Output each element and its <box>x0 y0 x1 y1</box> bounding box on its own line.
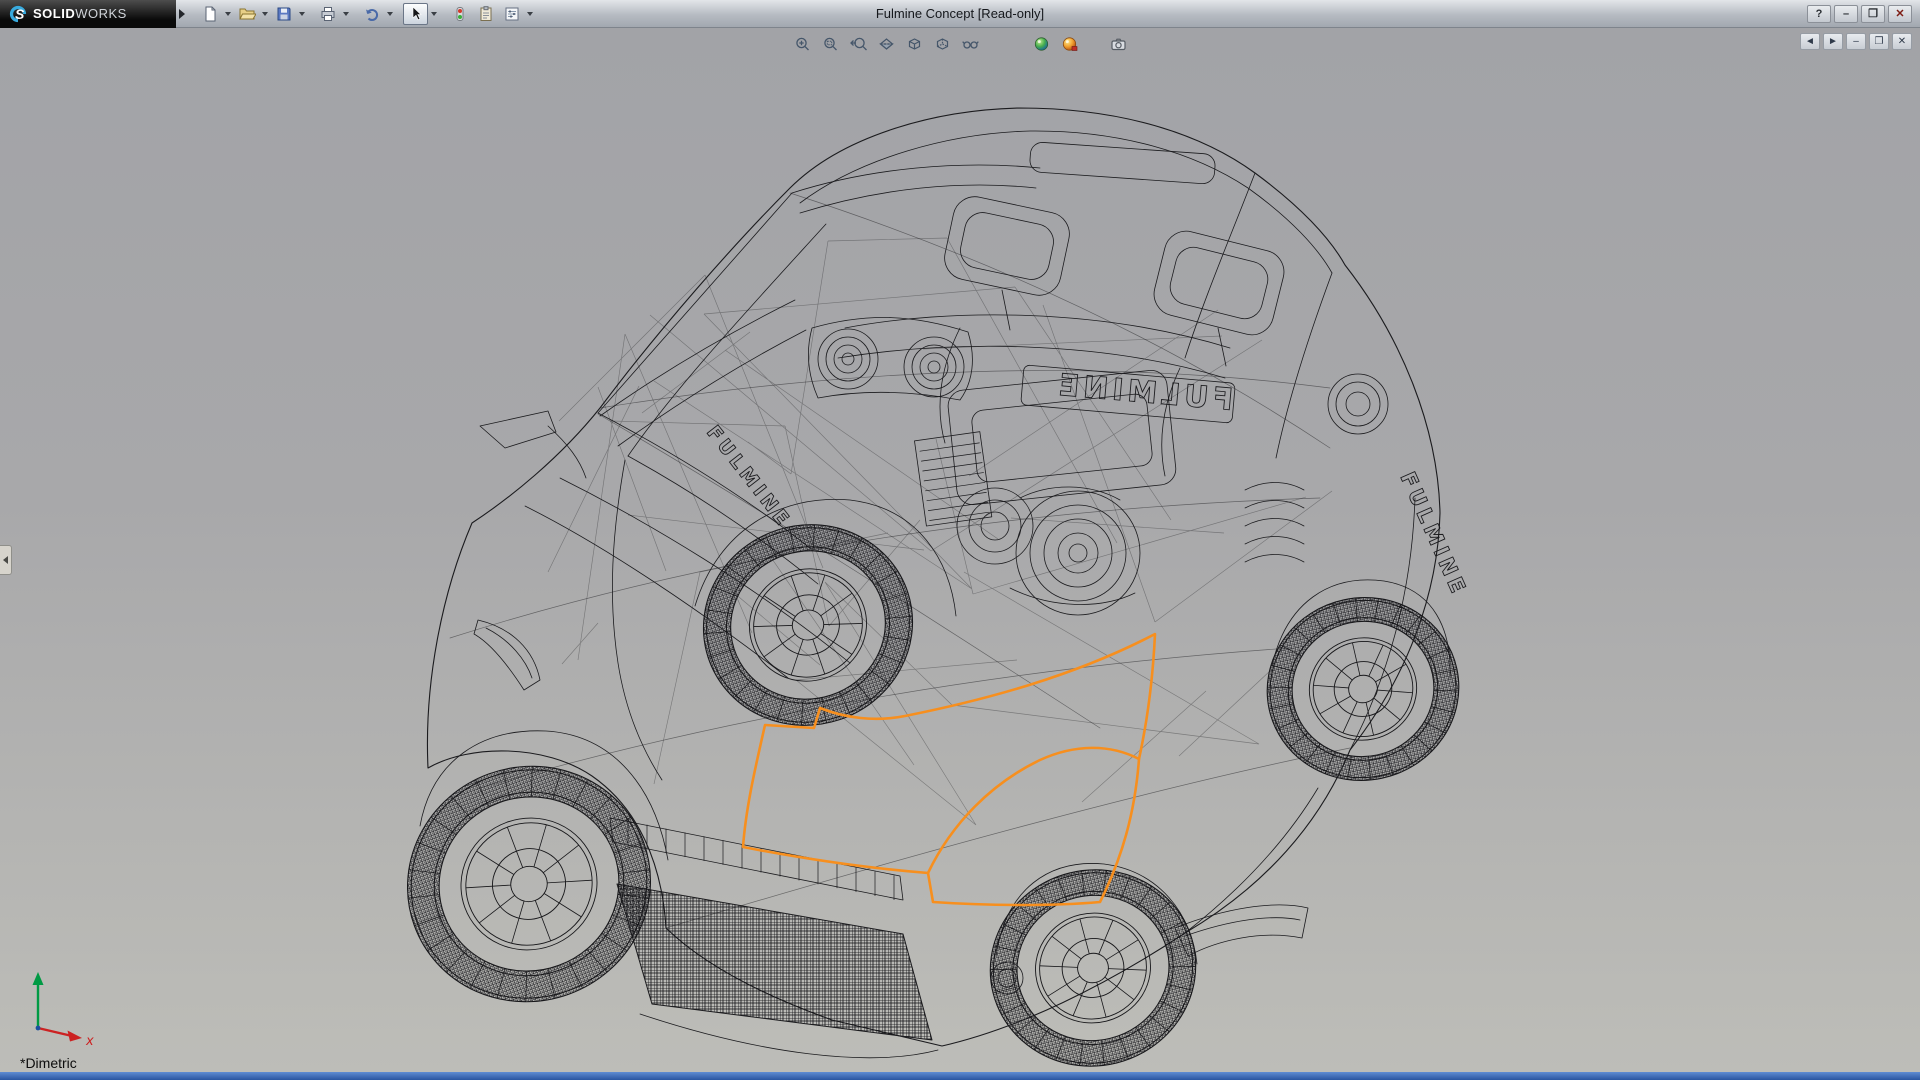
zoom-to-area-button[interactable] <box>818 32 843 55</box>
open-folder-icon <box>238 8 256 19</box>
document-minimize-button[interactable]: – <box>1846 33 1866 50</box>
logo-text-solid: SOLID <box>33 5 76 21</box>
wireframe-car-model[interactable]: FULMINE FULMINE FULMINE <box>0 28 1920 1072</box>
document-close-button[interactable]: ✕ <box>1892 33 1912 50</box>
edit-appearance-button[interactable] <box>1029 32 1054 55</box>
file-properties-button[interactable] <box>473 3 498 25</box>
print-icon <box>321 6 334 21</box>
options-icon <box>505 7 518 20</box>
file-properties-icon <box>480 5 491 21</box>
rebuild-traffic-light-icon <box>456 6 463 21</box>
document-window-controls: ◄ ► – ❐ ✕ <box>1800 33 1912 50</box>
solidworks-window: Fulmine Concept [Read-only] S SOLIDWORKS <box>0 0 1920 1080</box>
panel-expand-arrow-icon <box>3 556 8 564</box>
menu-expander-icon[interactable] <box>179 8 185 19</box>
print-dropdown[interactable] <box>341 3 351 25</box>
rebuild-button[interactable] <box>447 3 472 25</box>
open-button[interactable] <box>234 3 259 25</box>
car-body-wireframe <box>419 107 1451 1059</box>
new-document-button[interactable] <box>197 3 222 25</box>
hide-show-icon <box>961 40 979 49</box>
maximize-button[interactable]: ❐ <box>1861 4 1885 23</box>
featuremanager-flyout-tab[interactable] <box>0 545 12 575</box>
options-dropdown[interactable] <box>525 3 535 25</box>
car-badges: FULMINE FULMINE FULMINE <box>702 367 1472 600</box>
undo-dropdown[interactable] <box>385 3 395 25</box>
minimize-button[interactable]: – <box>1834 4 1858 23</box>
3ds-logo-icon: S <box>8 4 28 24</box>
apply-scene-button[interactable] <box>1057 32 1082 55</box>
section-view-icon <box>878 37 894 50</box>
next-document-button[interactable]: ► <box>1823 33 1843 50</box>
logo-text-works: WORKS <box>75 5 127 21</box>
taskbar-edge <box>0 1072 1920 1080</box>
triad-x-label: x <box>85 1034 94 1048</box>
zoom-to-fit-button[interactable] <box>790 32 815 55</box>
solidworks-logo: S SOLIDWORKS <box>0 0 176 28</box>
new-document-dropdown[interactable] <box>223 3 233 25</box>
open-dropdown[interactable] <box>260 3 270 25</box>
view-orientation-label: *Dimetric <box>20 1055 77 1071</box>
section-view-button[interactable] <box>874 32 899 55</box>
hide-show-items-button[interactable] <box>958 32 983 55</box>
view-orientation-icon <box>908 37 920 50</box>
help-button[interactable]: ? <box>1807 4 1831 23</box>
wheels <box>407 524 1460 1067</box>
print-button[interactable] <box>315 3 340 25</box>
select-button[interactable] <box>403 2 428 25</box>
undo-icon <box>365 8 378 21</box>
undo-button[interactable] <box>359 3 384 25</box>
display-style-icon <box>936 37 948 50</box>
save-dropdown[interactable] <box>297 3 307 25</box>
view-settings-icon <box>1110 38 1126 50</box>
view-settings-button[interactable] <box>1106 32 1131 55</box>
left-side-badge-text: FULMINE <box>702 422 795 533</box>
reference-triad: x <box>20 966 110 1049</box>
previous-document-button[interactable]: ◄ <box>1800 33 1820 50</box>
select-cursor-icon <box>412 5 422 20</box>
close-button[interactable]: ✕ <box>1888 4 1912 23</box>
zoom-area-icon <box>823 37 837 50</box>
graphics-area[interactable]: FULMINE FULMINE FULMINE ◄ ► – ❐ ✕ x *Dim… <box>0 28 1920 1072</box>
main-toolbar <box>197 2 535 25</box>
select-dropdown[interactable] <box>429 3 439 25</box>
previous-view-icon <box>849 37 867 50</box>
save-button[interactable] <box>271 3 296 25</box>
display-style-button[interactable] <box>930 32 955 55</box>
window-controls: ? – ❐ ✕ <box>1807 4 1920 23</box>
view-orientation-button[interactable] <box>902 32 927 55</box>
save-icon <box>277 7 290 20</box>
previous-view-button[interactable] <box>846 32 871 55</box>
document-restore-button[interactable]: ❐ <box>1869 33 1889 50</box>
titlebar: Fulmine Concept [Read-only] S SOLIDWORKS <box>0 0 1920 28</box>
new-document-icon <box>205 6 215 21</box>
scene-ball-icon <box>1062 36 1077 51</box>
headsup-view-toolbar <box>790 32 1131 55</box>
options-button[interactable] <box>499 3 524 25</box>
appearance-ball-icon <box>1034 36 1048 51</box>
selected-sketch[interactable] <box>741 632 1157 907</box>
zoom-fit-icon <box>795 37 809 50</box>
